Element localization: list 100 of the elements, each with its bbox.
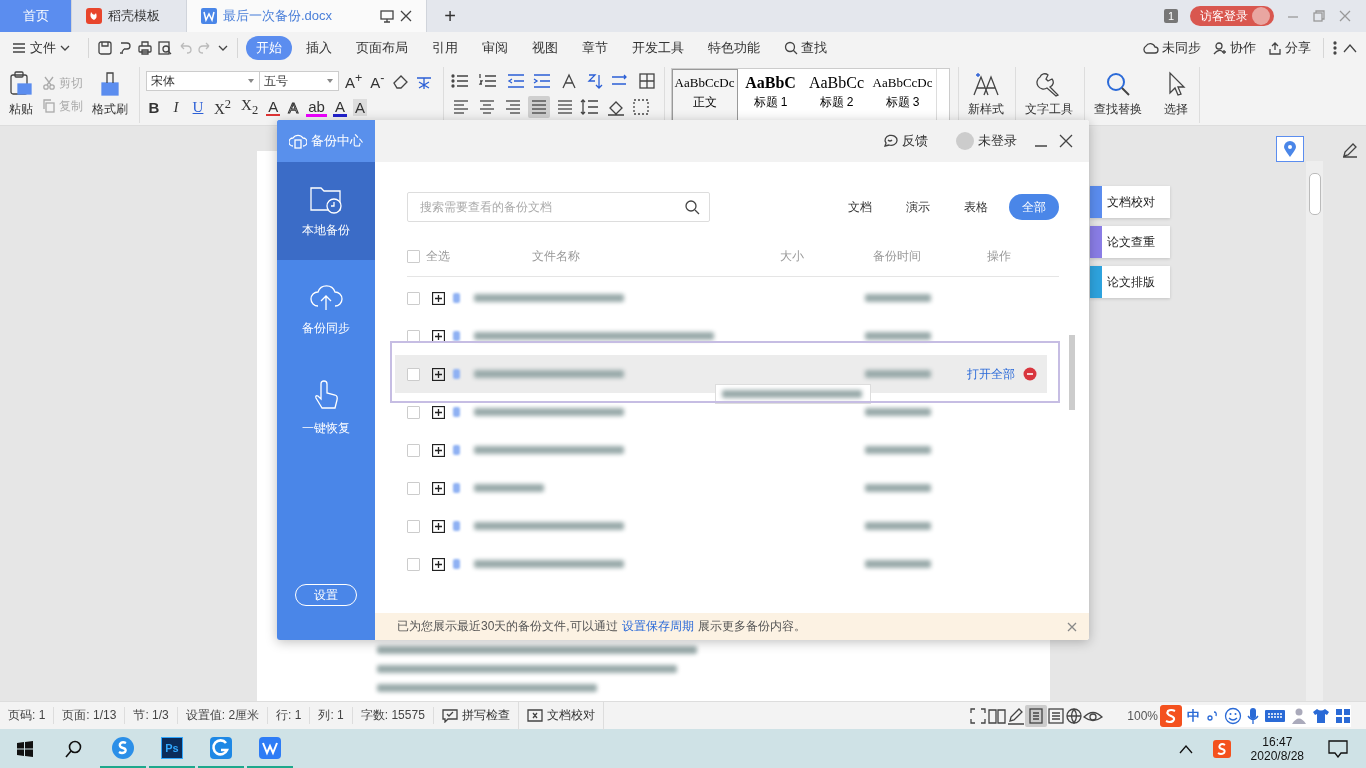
smiley-icon[interactable] — [1224, 707, 1242, 725]
ribbon-tab[interactable]: 插入 — [296, 36, 342, 60]
microphone-icon[interactable] — [1247, 707, 1259, 725]
expand-icon[interactable] — [432, 557, 445, 571]
text-effect-button[interactable]: A — [352, 99, 367, 116]
ribbon-tab[interactable]: 引用 — [422, 36, 468, 60]
save-icon[interactable] — [97, 40, 113, 56]
document-tab[interactable]: 最后一次备份.docx — [187, 0, 427, 32]
side-tool-button[interactable]: 文档校对 — [1090, 186, 1170, 218]
find-replace-button[interactable]: 查找替换 — [1090, 71, 1145, 118]
format-button[interactable]: B — [146, 99, 162, 116]
checkbox[interactable] — [407, 291, 420, 305]
size-select[interactable]: 五号 — [259, 71, 339, 91]
filter-tab[interactable]: 表格 — [951, 194, 1001, 220]
search-field[interactable]: 搜索需要查看的备份文档 — [407, 192, 710, 222]
ribbon-tab[interactable]: 特色功能 — [698, 36, 770, 60]
table-icon[interactable] — [637, 71, 656, 90]
nav-item[interactable]: 备份同步 — [277, 260, 375, 358]
format-button[interactable]: X$_{2}$ — [239, 97, 261, 118]
settings-link[interactable]: 设置保存周期 — [621, 618, 694, 635]
format-button[interactable]: I — [168, 99, 184, 116]
backup-row[interactable]: 打开全部 — [395, 355, 1047, 393]
sort-icon[interactable] — [585, 71, 604, 90]
shirt-icon[interactable] — [1312, 708, 1330, 724]
keyboard-icon[interactable] — [1264, 708, 1286, 724]
nav-item[interactable]: 本地备份 — [277, 162, 375, 260]
text-effect-button[interactable]: A — [266, 99, 281, 116]
open-all-link[interactable]: 打开全部 — [967, 365, 1015, 383]
pen-icon[interactable] — [1007, 706, 1026, 725]
punctuation-icon[interactable] — [1205, 708, 1219, 724]
expand-icon[interactable] — [432, 329, 445, 343]
font-select[interactable]: 宋体 — [146, 71, 260, 91]
format-button[interactable]: U — [190, 99, 206, 116]
format-painter-button[interactable]: 格式刷 — [89, 71, 131, 118]
feedback-button[interactable]: 反馈 — [876, 131, 934, 151]
text-effect-button[interactable]: ab — [306, 98, 327, 117]
checkbox[interactable] — [407, 367, 420, 381]
monitor-icon[interactable] — [380, 9, 394, 23]
checkbox[interactable] — [407, 481, 420, 495]
ribbon-tab[interactable]: 开发工具 — [622, 36, 694, 60]
checkbox[interactable] — [407, 557, 420, 571]
style-option[interactable]: AaBbCc 标题 2 — [803, 68, 870, 121]
expand-icon[interactable] — [432, 367, 445, 381]
style-option[interactable]: AaBbCcDc 正文 — [671, 68, 738, 121]
fullscreen-icon[interactable] — [969, 706, 988, 725]
notification-icon[interactable] — [1328, 740, 1348, 758]
file-menu[interactable]: 文件 — [8, 36, 80, 60]
text-effect-button[interactable]: A — [286, 99, 301, 116]
checkbox[interactable] — [407, 405, 420, 419]
filter-tab[interactable]: 演示 — [893, 194, 943, 220]
select-button[interactable]: 选择 — [1160, 71, 1191, 118]
new-tab-button[interactable]: + — [427, 0, 473, 32]
close-icon[interactable] — [400, 10, 412, 22]
login-button[interactable]: 访客登录 — [1190, 6, 1274, 26]
format-button[interactable]: X$^{2}$ — [212, 97, 234, 118]
book-icon[interactable] — [987, 706, 1008, 725]
checkbox[interactable] — [407, 443, 420, 457]
remove-icon[interactable] — [1023, 367, 1037, 381]
web-icon[interactable] — [1065, 706, 1084, 725]
taskbar-app[interactable]: Ps — [149, 729, 195, 768]
outline-view-icon[interactable] — [1047, 706, 1066, 725]
filter-tab[interactable]: 全部 — [1009, 194, 1059, 220]
scrollbar[interactable] — [1306, 161, 1323, 701]
more-icon[interactable] — [1332, 40, 1338, 56]
search-button[interactable]: 查找 — [774, 36, 837, 60]
print-preview-icon[interactable] — [157, 40, 173, 56]
zoom-level[interactable]: 100% — [1127, 708, 1158, 723]
sync-button[interactable]: 未同步 — [1137, 36, 1205, 60]
outdent-icon[interactable] — [505, 71, 526, 90]
collapse-icon[interactable] — [1342, 42, 1358, 54]
expand-icon[interactable] — [432, 291, 445, 305]
pen-icon[interactable] — [1342, 142, 1358, 158]
ribbon-tab[interactable]: 页面布局 — [346, 36, 418, 60]
expand-icon[interactable] — [432, 443, 445, 457]
sogou-icon[interactable] — [1212, 740, 1231, 758]
chevron-up-icon[interactable] — [1178, 744, 1193, 754]
collaborate-button[interactable]: 协作 — [1209, 36, 1260, 60]
close-icon[interactable] — [1059, 134, 1073, 148]
align-button[interactable] — [527, 95, 550, 118]
search-icon[interactable] — [684, 199, 700, 215]
new-style-button[interactable]: 新样式 — [964, 71, 1007, 118]
checkbox[interactable] — [407, 519, 420, 533]
expand-icon[interactable] — [432, 405, 445, 419]
scrollbar[interactable] — [1069, 335, 1075, 410]
text-effect-button[interactable]: A — [332, 98, 347, 117]
account-button[interactable]: 未登录 — [950, 131, 1023, 151]
style-option[interactable]: AaBbCcDc 标题 3 — [869, 68, 936, 121]
sogou-icon[interactable] — [1160, 705, 1182, 727]
ribbon-tab[interactable]: 视图 — [522, 36, 568, 60]
expand-icon[interactable] — [432, 519, 445, 533]
filter-tab[interactable]: 文档 — [835, 194, 885, 220]
location-button[interactable] — [1276, 136, 1304, 162]
print-icon[interactable] — [137, 40, 153, 56]
clock[interactable]: 16:47 2020/8/28 — [1244, 734, 1310, 764]
nav-item[interactable]: 一键恢复 — [277, 358, 375, 456]
text-tools-button[interactable]: 文字工具 — [1021, 71, 1076, 118]
share-button[interactable]: 分享 — [1264, 36, 1315, 60]
expand-icon[interactable] — [432, 481, 445, 495]
side-tool-button[interactable]: 论文查重 — [1090, 226, 1170, 258]
input-mode[interactable]: 中 — [1187, 707, 1200, 725]
